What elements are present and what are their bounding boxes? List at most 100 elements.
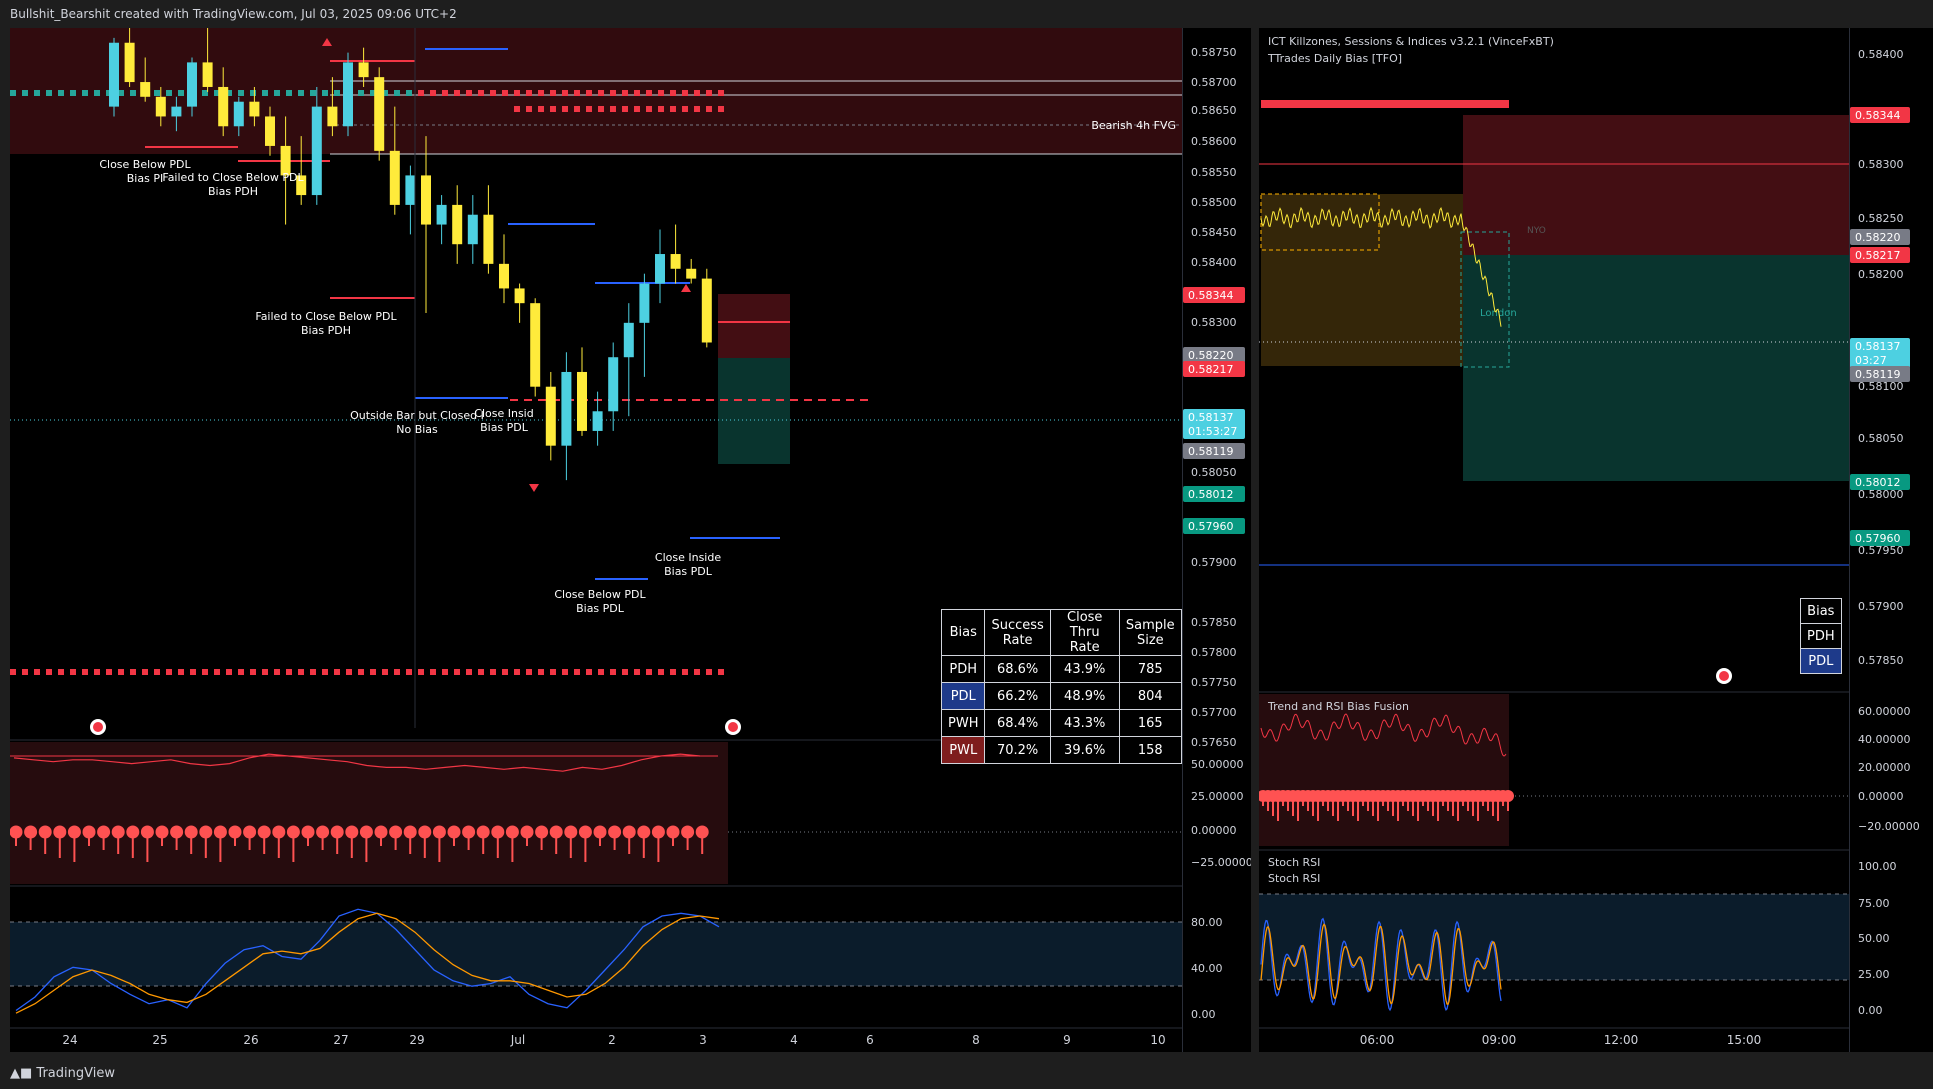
- right-chart-panel[interactable]: ICT Killzones, Sessions & Indices v3.2.1…: [1259, 28, 1849, 1052]
- osc1-dot: [24, 825, 38, 839]
- stoch-title-2[interactable]: Stoch RSI: [1268, 872, 1320, 885]
- candle-body: [343, 62, 353, 127]
- header-success-rate: Success Rate: [984, 609, 1051, 656]
- annotation-line1: Failed to Close Below PDL: [162, 171, 304, 184]
- left-price-scale-svg[interactable]: 0.58750 0.58700 0.58650 0.58600 0.58550 0.585…: [1183, 28, 1253, 1052]
- time-label: 26: [243, 1033, 258, 1047]
- osc1-dot: [637, 825, 651, 839]
- candle-body: [686, 268, 697, 279]
- level-square: [430, 90, 436, 96]
- osc1-dot: [418, 825, 432, 839]
- osc1-dot: [170, 825, 184, 839]
- level-square: [34, 90, 40, 96]
- level-square: [394, 90, 400, 96]
- level-square: [634, 669, 640, 675]
- level-square: [262, 669, 268, 675]
- close-thru-cell: 43.9%: [1049, 655, 1120, 683]
- time-label: 12:00: [1604, 1033, 1639, 1047]
- time-label: 2: [608, 1033, 616, 1047]
- time-label: 09:00: [1482, 1033, 1517, 1047]
- header-close-thru-rate: Close Thru Rate: [1049, 609, 1120, 656]
- price-badge-text: 0.57960: [1855, 532, 1901, 545]
- candle-body: [405, 175, 416, 205]
- annotation-line2: Bias PDH: [208, 185, 258, 198]
- osc1-dot: [666, 825, 680, 839]
- level-square: [142, 669, 148, 675]
- level-square: [646, 106, 652, 112]
- level-square: [610, 106, 616, 112]
- bias-header: Bias: [1800, 598, 1842, 624]
- event-flag-icon[interactable]: [1716, 668, 1732, 684]
- time-label: 15:00: [1727, 1033, 1762, 1047]
- right-chart-svg[interactable]: ICT Killzones, Sessions & Indices v3.2.1…: [1259, 28, 1849, 1052]
- level-square: [274, 669, 280, 675]
- brand-text: TradingView: [36, 1066, 115, 1081]
- level-square: [562, 106, 568, 112]
- candle-body: [639, 283, 650, 323]
- level-square: [694, 106, 700, 112]
- level-square: [94, 669, 100, 675]
- level-square: [346, 669, 352, 675]
- left-price-scale[interactable]: 0.58750 0.58700 0.58650 0.58600 0.58550 0.585…: [1182, 28, 1253, 1052]
- level-square: [262, 90, 268, 96]
- level-square: [526, 669, 532, 675]
- time-label: 9: [1063, 1033, 1071, 1047]
- level-square: [82, 669, 88, 675]
- close-thru-cell: 39.6%: [1049, 736, 1120, 764]
- level-square: [502, 669, 508, 675]
- left-chart-svg[interactable]: Bearish 4h FVG Close Below PDLBias PI Fai…: [10, 28, 1182, 1052]
- candle-body: [545, 386, 556, 446]
- level-square: [574, 669, 580, 675]
- level-square: [286, 90, 292, 96]
- level-square: [646, 90, 652, 96]
- price-badge-text: 0.58220: [1855, 231, 1901, 244]
- candle-body: [670, 254, 681, 269]
- osc1-dot: [199, 825, 213, 839]
- candle-body: [171, 106, 182, 117]
- event-flag-icon[interactable]: [725, 719, 741, 735]
- candle-body: [655, 254, 665, 284]
- level-square: [514, 106, 520, 112]
- price-label: 0.58700: [1191, 76, 1237, 89]
- osc1-dot: [578, 825, 592, 839]
- osc1-dot: [228, 825, 242, 839]
- level-square: [598, 669, 604, 675]
- level-square: [250, 90, 256, 96]
- annotation-line2: No Bias: [396, 423, 438, 436]
- level-square: [478, 669, 484, 675]
- level-square: [394, 669, 400, 675]
- level-square: [694, 90, 700, 96]
- right-price-scale[interactable]: 0.58400 0.58300 0.58250 0.58200 0.58100 0.580…: [1849, 28, 1933, 1052]
- osc1-label: 25.00000: [1191, 790, 1244, 803]
- left-chart-panel[interactable]: Bearish 4h FVG Close Below PDL Bias PI Fai…: [10, 28, 1182, 1052]
- osc1-title[interactable]: Trend and RSI Bias Fusion: [1267, 700, 1409, 713]
- size-cell: 785: [1118, 655, 1182, 683]
- price-badge-text: 0.58012: [1188, 488, 1234, 501]
- price-badge-text: 0.57960: [1188, 520, 1234, 533]
- osc1-dot: [67, 825, 81, 839]
- candle-body: [249, 101, 260, 117]
- level-square: [622, 90, 628, 96]
- price-label: 0.57750: [1191, 676, 1237, 689]
- osc1-dot: [535, 825, 549, 839]
- stoch-label: 50.00: [1858, 932, 1890, 945]
- event-flag-icon[interactable]: [90, 719, 106, 735]
- level-square: [538, 106, 544, 112]
- osc1-dot: [155, 825, 169, 839]
- osc1-dot: [213, 825, 227, 839]
- right-price-scale-svg[interactable]: 0.584000.583000.582500.582000.581000.580…: [1850, 28, 1933, 1052]
- candle-body: [561, 371, 572, 446]
- osc1-dot: [564, 825, 578, 839]
- level-square: [22, 669, 28, 675]
- indicator-legend-2[interactable]: TTrades Daily Bias [TFO]: [1267, 52, 1402, 65]
- level-square: [574, 106, 580, 112]
- osc1-bg: [10, 742, 728, 884]
- candle-body: [452, 204, 463, 245]
- osc1-dot: [316, 825, 330, 839]
- level-square: [58, 669, 64, 675]
- level-square: [418, 669, 424, 675]
- session-label-nyo: NYO: [1527, 226, 1546, 236]
- indicator-legend-1[interactable]: ICT Killzones, Sessions & Indices v3.2.1…: [1268, 35, 1554, 48]
- osc1-dot: [651, 825, 665, 839]
- stoch-title-1[interactable]: Stoch RSI: [1268, 856, 1320, 869]
